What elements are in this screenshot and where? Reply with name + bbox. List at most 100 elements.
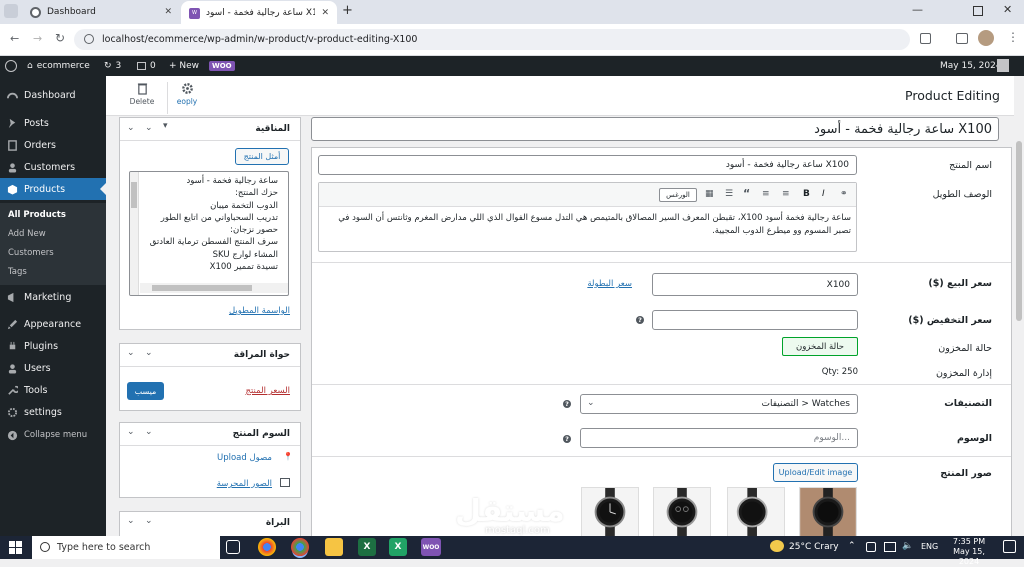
chevron-down-icon[interactable]: ⌄ (145, 348, 153, 358)
chevron-up-icon[interactable]: ⌄ (127, 123, 135, 133)
volume-icon[interactable]: 🔈 (902, 541, 913, 551)
display-icon[interactable] (884, 542, 896, 552)
sale-price-input[interactable]: X100 (652, 273, 858, 296)
bold-icon[interactable]: B (803, 189, 810, 199)
notification-icon[interactable] (1003, 540, 1016, 553)
product-thumbnail[interactable] (727, 487, 785, 537)
extensions-icon[interactable] (920, 33, 931, 44)
sidebar-item-users[interactable]: Users (0, 357, 106, 379)
categories-select[interactable]: ⌄ التصنيفات > Watches (580, 394, 858, 414)
editor-mode-select[interactable]: الورغس (659, 188, 697, 202)
new-tab-button[interactable]: + (342, 3, 353, 18)
windows-start-icon[interactable] (9, 541, 22, 554)
product-thumbnail[interactable] (581, 487, 639, 537)
wordpress-logo-icon[interactable] (5, 56, 17, 76)
sidepanel-icon[interactable] (956, 33, 968, 44)
url-input[interactable]: localhost/ecommerce/wp-admin/w-product/v… (74, 29, 910, 50)
comments-link[interactable]: 0 (137, 56, 156, 76)
preview-product-button[interactable]: أمثل المنتج (235, 148, 289, 165)
sidebar-item-products[interactable]: Products (0, 178, 106, 200)
taskbar-search-input[interactable]: Type here to search (32, 536, 220, 559)
chevron-up-icon[interactable]: ⌄ (127, 516, 135, 526)
upload-edit-image-button[interactable]: Upload/Edit image (773, 463, 858, 482)
admin-avatar[interactable] (997, 59, 1009, 72)
product-title-input[interactable]: ساعة رجالية فخمة - أسود X100 (311, 117, 999, 141)
file-explorer-icon[interactable] (325, 538, 343, 556)
clock[interactable]: 7:35 PM May 15, 2024 (945, 537, 993, 567)
align-left-icon[interactable]: ≡ (762, 189, 770, 199)
woo-link[interactable]: WOO (209, 56, 235, 76)
preview-long-link[interactable]: الواسمة المطويل (200, 306, 290, 316)
profile-avatar[interactable] (978, 30, 994, 46)
table-icon[interactable]: ▦ (705, 189, 714, 199)
task-view-icon[interactable] (226, 540, 240, 554)
tab-search-icon[interactable] (4, 4, 18, 18)
chevron-up-icon[interactable]: ⌄ (127, 348, 135, 358)
sidebar-item-dashboard[interactable]: Dashboard (0, 84, 106, 106)
preview-textarea[interactable]: ساعة رجالية فخمة - أسود حزك المنتج: الدو… (129, 171, 289, 296)
maximize-icon[interactable] (973, 6, 983, 16)
help-icon[interactable]: ? (563, 435, 571, 443)
sidebar-item-appearance[interactable]: Appearance (0, 313, 106, 335)
language-indicator[interactable]: ENG (921, 542, 938, 551)
chrome-taskbar-icon[interactable] (258, 538, 276, 556)
gallery-link[interactable]: الصور المحرسة (200, 479, 272, 489)
delete-button[interactable]: Delete (126, 82, 158, 106)
product-name-input[interactable]: ساعة رجالية فخمة - أسود X100 (318, 155, 857, 175)
forward-icon[interactable]: → (33, 32, 42, 45)
align-right-icon[interactable]: ≡ (782, 189, 790, 199)
product-thumbnail[interactable] (799, 487, 857, 537)
tags-input[interactable]: الوسوم... (580, 428, 858, 448)
chevron-up-icon[interactable]: ⌄ (127, 427, 135, 437)
submenu-customers[interactable]: Customers (0, 243, 106, 262)
chrome-active-taskbar-icon[interactable] (291, 538, 309, 556)
excel-file-icon[interactable]: X (389, 538, 407, 556)
help-icon[interactable]: ? (563, 400, 571, 408)
price-schedule-link[interactable]: سعر البطولة (560, 279, 632, 289)
toggle-arrow-icon[interactable]: ▾ (163, 121, 168, 131)
discount-price-input[interactable] (652, 310, 858, 330)
sidebar-item-posts[interactable]: Posts (0, 112, 106, 134)
submenu-add-new[interactable]: Add New (0, 224, 106, 243)
sidebar-item-plugins[interactable]: Plugins (0, 335, 106, 357)
link-icon[interactable]: ⚭ (840, 189, 848, 199)
minimize-icon[interactable]: — (912, 3, 923, 16)
apply-button[interactable]: eoply (172, 82, 202, 106)
network-icon[interactable] (866, 542, 876, 552)
help-icon[interactable]: ? (636, 316, 644, 324)
upload-link[interactable]: مصول Upload (200, 453, 272, 463)
textarea-scrollbar[interactable] (130, 172, 139, 295)
submenu-tags[interactable]: Tags (0, 262, 106, 281)
textarea-hscroll[interactable] (140, 283, 288, 293)
italic-icon[interactable]: I (822, 189, 825, 199)
sidebar-item-marketing[interactable]: Marketing (0, 286, 106, 308)
stock-status-badge[interactable]: حالة المخزون (782, 337, 858, 356)
weather-text[interactable]: 25°C Crary (789, 542, 839, 552)
tab-product[interactable]: W ساعة رجالية فخمة - أسود X100 ✕ (181, 1, 337, 25)
new-content-link[interactable]: + New (169, 56, 199, 76)
page-scrollbar[interactable] (1014, 76, 1024, 536)
back-icon[interactable]: ← (10, 32, 19, 45)
chevron-down-icon[interactable]: ⌄ (145, 427, 153, 437)
site-info-icon[interactable] (84, 34, 94, 44)
browser-menu-icon[interactable]: ⋮ (1007, 30, 1019, 44)
collapse-menu-button[interactable]: Collapse menu (0, 424, 106, 446)
sidebar-item-orders[interactable]: Orders (0, 134, 106, 156)
sidebar-item-tools[interactable]: Tools (0, 379, 106, 401)
product-price-link[interactable]: السعر المنتج (220, 386, 290, 396)
excel-icon[interactable]: X (358, 538, 376, 556)
product-thumbnail[interactable] (653, 487, 711, 537)
tab-dashboard[interactable]: Dashboard ✕ (22, 0, 180, 24)
chevron-down-icon[interactable]: ⌄ (145, 516, 153, 526)
ordered-list-icon[interactable]: ☰ (725, 189, 733, 199)
woo-taskbar-icon[interactable]: WOO (421, 538, 441, 556)
reload-icon[interactable]: ↻ (55, 31, 65, 45)
quote-icon[interactable]: “ (743, 187, 750, 200)
publish-button[interactable]: ميسب (127, 382, 164, 400)
submenu-all-products[interactable]: All Products (0, 205, 106, 224)
window-close-icon[interactable]: ✕ (1003, 3, 1012, 16)
chevron-down-icon[interactable]: ⌄ (145, 123, 153, 133)
tab-close-icon[interactable]: ✕ (321, 8, 329, 18)
description-editor[interactable]: الورغس ▦ ☰ “ ≡ ≡ B I ⚭ ساعة رجالية فخمة … (318, 182, 857, 252)
site-name-link[interactable]: ⌂ ecommerce (27, 56, 90, 76)
